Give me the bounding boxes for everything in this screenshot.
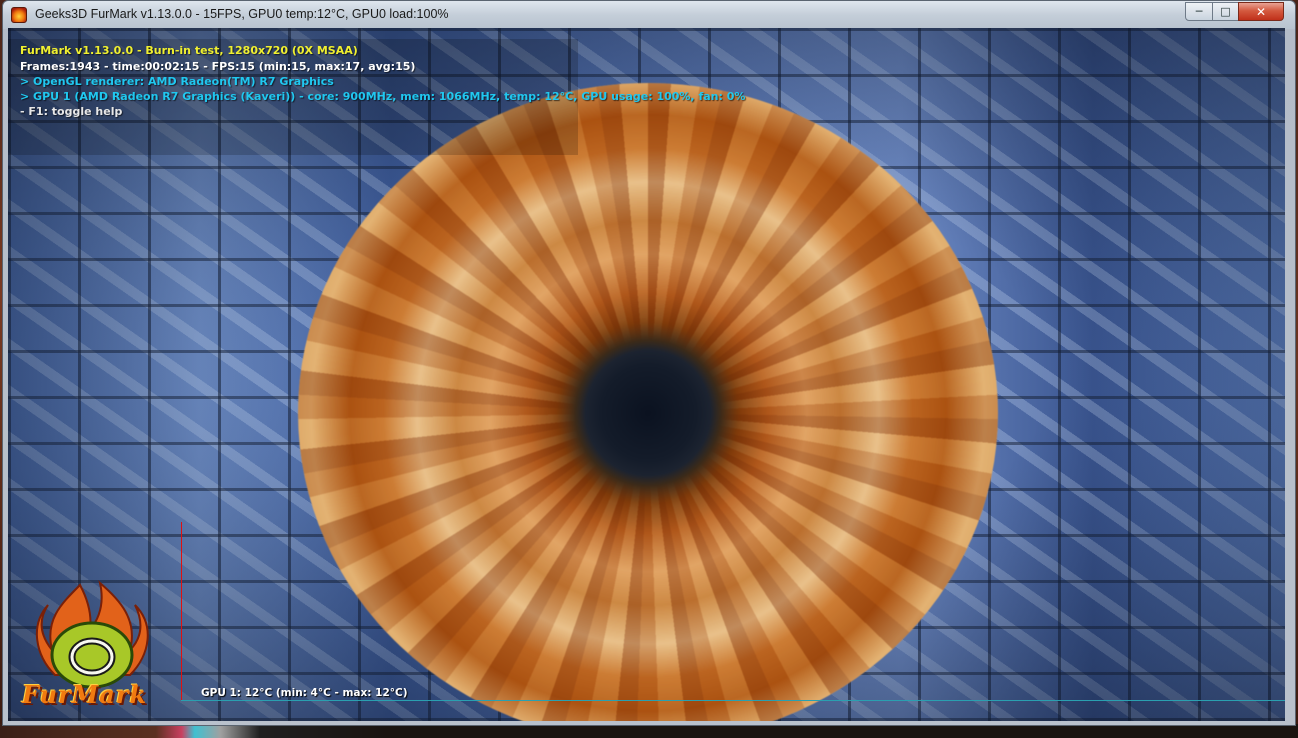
window-title: Geeks3D FurMark v1.13.0.0 - 15FPS, GPU0 … xyxy=(35,7,449,21)
hud-help-line: - F1: toggle help xyxy=(20,105,123,118)
temperature-graph-label: GPU 1: 12°C (min: 4°C - max: 12°C) xyxy=(201,687,408,699)
hud-frames-line: Frames:1943 - time:00:02:15 - FPS:15 (mi… xyxy=(20,60,416,73)
title-bar[interactable]: Geeks3D FurMark v1.13.0.0 - 15FPS, GPU0 … xyxy=(3,1,1295,29)
hud-renderer-line: > OpenGL renderer: AMD Radeon(TM) R7 Gra… xyxy=(20,75,334,88)
desktop-background-bottom xyxy=(0,724,1298,738)
close-button[interactable]: ✕ xyxy=(1238,2,1284,21)
minimize-button[interactable]: ─ xyxy=(1185,2,1213,21)
hud-gpu-line: > GPU 1 (AMD Radeon R7 Graphics (Kaveri)… xyxy=(20,90,746,103)
furmark-logo-text: FurMark xyxy=(22,680,148,709)
maximize-button[interactable]: □ xyxy=(1212,2,1239,21)
minimize-icon: ─ xyxy=(1195,5,1203,18)
temperature-graph-axis xyxy=(181,522,182,700)
temperature-graph-baseline xyxy=(181,700,1285,701)
maximize-icon: □ xyxy=(1220,5,1231,18)
hud-title-line: FurMark v1.13.0.0 - Burn-in test, 1280x7… xyxy=(20,44,358,57)
fur-donut-render xyxy=(298,83,998,721)
furmark-app-icon[interactable] xyxy=(11,7,27,23)
close-icon: ✕ xyxy=(1255,4,1267,19)
